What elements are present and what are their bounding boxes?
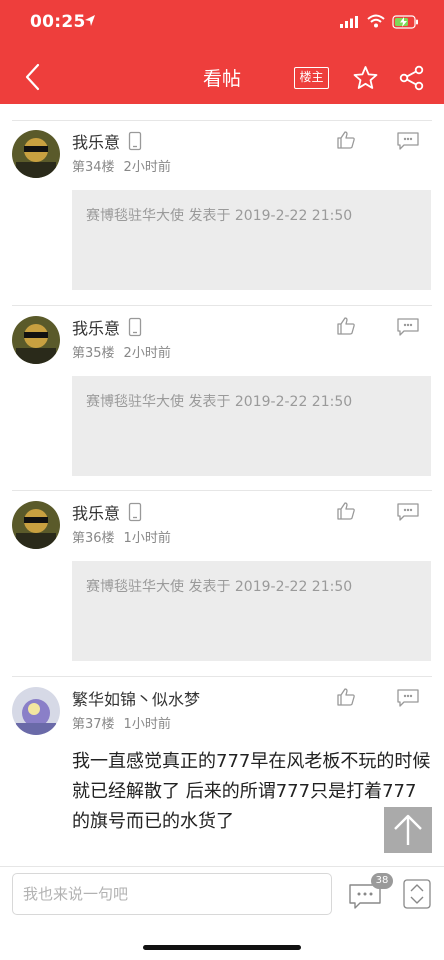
status-time: 00:25 <box>30 12 86 32</box>
post-meta: 第36楼 1小时前 <box>72 527 180 546</box>
comment-count-badge: 38 <box>371 873 393 889</box>
quote-box: 赛博毯驻华大使 发表于 2019-2-22 21:50 <box>72 561 431 661</box>
avatar[interactable] <box>12 130 60 178</box>
thread-page: 00:25 看帖 楼主 我乐意 第34楼 2小时前 赛博毯驻华大使 发表于 20… <box>0 0 444 960</box>
cellular-signal-icon <box>340 16 358 28</box>
location-arrow-icon <box>85 15 95 26</box>
avatar[interactable] <box>12 316 60 364</box>
up-down-chevron-icon[interactable] <box>403 879 431 909</box>
post-meta: 第35楼 2小时前 <box>72 342 180 361</box>
reply-bubble-icon[interactable] <box>396 317 420 337</box>
thumbs-up-icon[interactable] <box>336 316 356 336</box>
divider <box>12 676 432 677</box>
floor-number: 第36楼 <box>72 531 115 546</box>
share-icon[interactable] <box>399 65 425 91</box>
post-time: 2小时前 <box>123 346 171 361</box>
post-body: 我一直感觉真正的777早在风老板不玩的时候就已经解散了 后来的所谓777只是打着… <box>72 751 431 832</box>
nav-bar: 看帖 楼主 <box>0 48 444 104</box>
post-list: 我乐意 第34楼 2小时前 赛博毯驻华大使 发表于 2019-2-22 21:50 <box>0 104 444 866</box>
star-icon[interactable] <box>352 65 379 91</box>
arrow-up-icon <box>394 814 422 845</box>
reply-bubble-icon[interactable] <box>396 502 420 522</box>
quote-text: 赛博毯驻华大使 发表于 2019-2-22 21:50 <box>86 394 353 410</box>
phone-icon <box>128 317 142 337</box>
floor-number: 第34楼 <box>72 160 115 175</box>
quote-box: 赛博毯驻华大使 发表于 2019-2-22 21:50 <box>72 376 431 476</box>
scroll-to-top-button[interactable] <box>384 807 432 853</box>
only-op-button[interactable]: 楼主 <box>294 67 329 89</box>
divider <box>12 305 432 306</box>
thumbs-up-icon[interactable] <box>336 501 356 521</box>
bottom-bar: 38 <box>0 866 444 960</box>
floor-number: 第37楼 <box>72 717 115 732</box>
divider <box>12 120 432 121</box>
post-time: 1小时前 <box>123 531 171 546</box>
battery-icon <box>392 15 418 29</box>
post-meta: 第37楼 1小时前 <box>72 713 180 732</box>
wifi-icon <box>367 14 385 28</box>
reply-bubble-icon[interactable] <box>396 131 420 151</box>
quote-box: 赛博毯驻华大使 发表于 2019-2-22 21:50 <box>72 190 431 290</box>
header: 00:25 看帖 楼主 <box>0 0 444 104</box>
avatar[interactable] <box>12 501 60 549</box>
divider <box>12 490 432 491</box>
username[interactable]: 我乐意 <box>72 129 120 153</box>
phone-icon <box>128 502 142 522</box>
reply-bubble-icon[interactable] <box>396 688 420 708</box>
phone-icon <box>128 131 142 151</box>
home-indicator <box>143 945 301 950</box>
status-bar: 00:25 <box>0 0 444 48</box>
floor-number: 第35楼 <box>72 346 115 361</box>
username[interactable]: 我乐意 <box>72 500 120 524</box>
post-time: 1小时前 <box>123 717 171 732</box>
quote-text: 赛博毯驻华大使 发表于 2019-2-22 21:50 <box>86 579 353 595</box>
thumbs-up-icon[interactable] <box>336 687 356 707</box>
username[interactable]: 我乐意 <box>72 315 120 339</box>
username[interactable]: 繁华如锦丶似水梦 <box>72 686 200 710</box>
post-meta: 第34楼 2小时前 <box>72 156 180 175</box>
quote-text: 赛博毯驻华大使 发表于 2019-2-22 21:50 <box>86 208 353 224</box>
post-time: 2小时前 <box>123 160 171 175</box>
thumbs-up-icon[interactable] <box>336 130 356 150</box>
avatar[interactable] <box>12 687 60 735</box>
comment-input[interactable] <box>12 873 332 915</box>
